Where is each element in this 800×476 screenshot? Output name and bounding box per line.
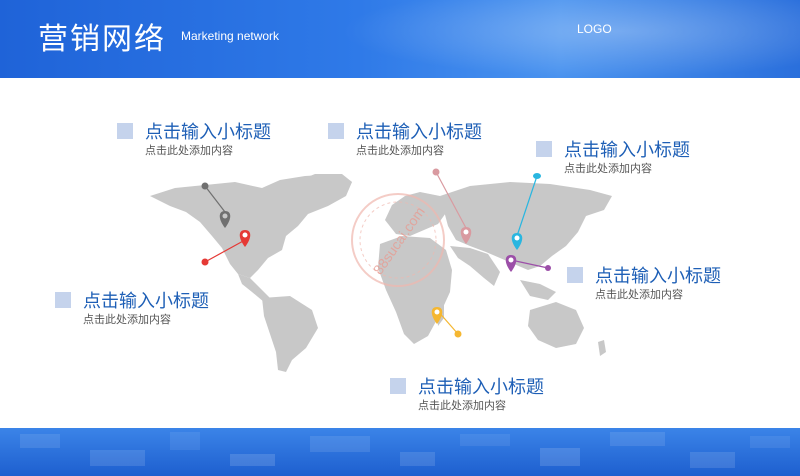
label-description: 点击此处添加内容 <box>145 144 233 157</box>
dot-gray <box>201 182 209 190</box>
label-square-icon <box>536 141 552 157</box>
label-square-icon <box>567 267 583 283</box>
label-description: 点击此处添加内容 <box>418 399 506 412</box>
label-square-icon <box>55 292 71 308</box>
dot-purple <box>545 265 551 271</box>
southeast-asia <box>520 280 556 300</box>
label-description: 点击此处添加内容 <box>564 162 652 175</box>
south-america <box>262 296 318 372</box>
dot-cyan <box>533 173 541 179</box>
map-pin-icon-purple[interactable] <box>505 255 517 272</box>
label-square-icon <box>117 123 133 139</box>
label-description: 点击此处添加内容 <box>356 144 444 157</box>
dot-red <box>201 258 209 266</box>
new-zealand <box>598 340 606 356</box>
label-square-icon <box>390 378 406 394</box>
label-description: 点击此处添加内容 <box>595 288 683 301</box>
label-title: 点击输入小标题 <box>595 266 721 287</box>
label-title: 点击输入小标题 <box>356 122 482 143</box>
footer-tile-pattern <box>20 432 790 468</box>
label-square-icon <box>328 123 344 139</box>
label-description: 点击此处添加内容 <box>83 313 171 326</box>
label-title: 点击输入小标题 <box>418 377 544 398</box>
label-title: 点击输入小标题 <box>145 122 271 143</box>
dot-yellow <box>454 330 462 338</box>
label-title: 点击输入小标题 <box>564 140 690 161</box>
dot-pink <box>432 168 440 176</box>
footer-banner <box>0 428 800 476</box>
australia <box>528 302 584 348</box>
label-title: 点击输入小标题 <box>83 291 209 312</box>
world-map: 88sucai.com <box>150 168 612 372</box>
